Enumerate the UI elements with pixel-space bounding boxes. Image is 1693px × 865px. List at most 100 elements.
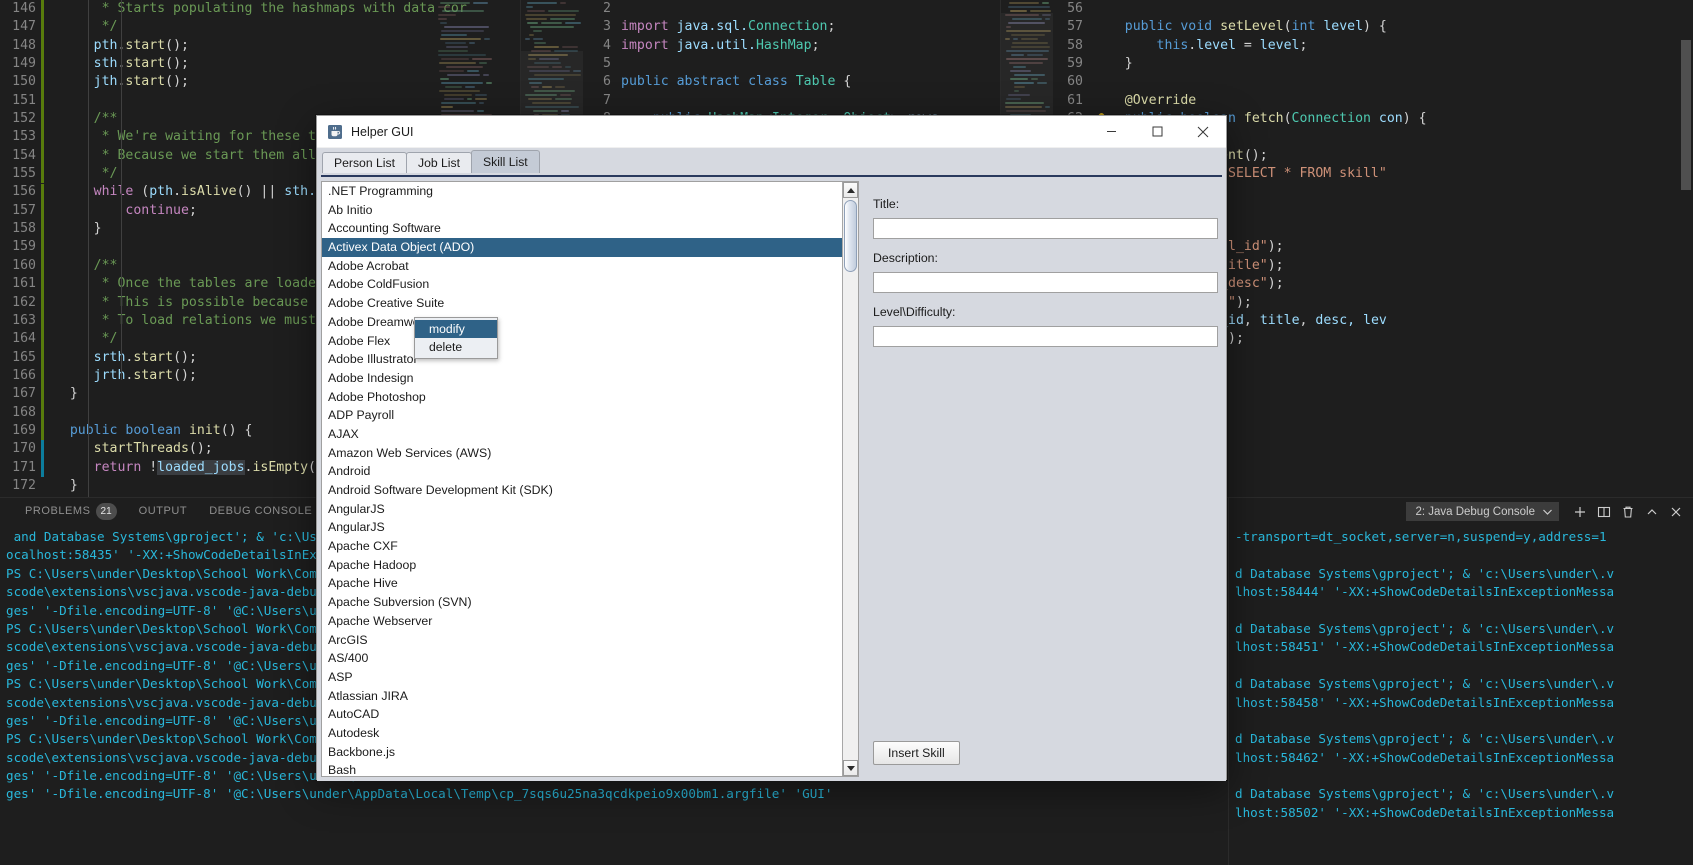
panel-tab-output[interactable]: OUTPUT [128,498,199,525]
line-number: 171 [12,459,36,475]
skill-list-item[interactable]: Apache CXF [322,537,842,556]
terminal-select[interactable]: 2: Java Debug Console [1406,502,1559,521]
line-number: 168 [12,404,36,420]
minimap-line [441,58,469,60]
dialog-tab-strip[interactable]: Person List Job List Skill List [317,148,1226,173]
close-button[interactable] [1180,116,1226,148]
skill-list-item[interactable]: Adobe Acrobat [322,257,842,276]
context-menu-item-modify[interactable]: modify [415,320,497,338]
split-editor-icon[interactable] [1593,501,1615,523]
plus-icon[interactable] [1569,501,1591,523]
form-field-level: Level\Difficulty: [873,305,1222,347]
scroll-down-button[interactable] [843,760,858,776]
terminal-output-right[interactable]: -transport=dt_socket,server=n,suspend=y,… [1229,525,1693,865]
skill-list-item[interactable]: Apache Subversion (SVN) [322,593,842,612]
level-difficulty-input[interactable] [873,326,1218,347]
description-input[interactable] [873,272,1218,293]
dialog-tab-person-list[interactable]: Person List [322,152,407,173]
skill-list-item[interactable]: ASP [322,668,842,687]
terminal-select-label: 2: Java Debug Console [1415,505,1535,518]
skill-list-item[interactable]: ArcGIS [322,631,842,650]
added-line-indicator [41,311,44,331]
panel-tab-problems[interactable]: PROBLEMS 21 [14,498,128,525]
helper-gui-dialog[interactable]: Helper GUI Person List Job List Skill List [316,115,1227,781]
code-line: 6 public abstract class Table { [583,73,947,91]
skill-list-item[interactable]: AutoCAD [322,705,842,724]
window-buttons[interactable] [1088,116,1226,148]
line-number: 148 [12,37,36,53]
minimap-line [527,2,557,4]
skill-list-item[interactable]: Adobe Flex [322,332,842,351]
skill-list-item[interactable]: Activex Data Object (ADO) [322,238,842,257]
code-line: 56 [1053,0,1427,18]
minimap-line [541,22,562,24]
scroll-up-button[interactable] [843,182,858,198]
skill-list-item[interactable]: Adobe ColdFusion [322,275,842,294]
skill-list-item[interactable]: Ab Initio [322,201,842,220]
title-input[interactable] [873,218,1218,239]
minimap-line [562,46,578,48]
added-line-indicator [41,110,44,129]
added-line-indicator [41,220,44,239]
maximize-button[interactable] [1134,116,1180,148]
close-icon[interactable] [1665,501,1687,523]
code-line: 61 @Override [1053,92,1427,110]
chevron-up-icon[interactable] [1641,501,1663,523]
minimap-line [1010,10,1027,12]
minimap-line [479,62,487,64]
skill-list-pane[interactable]: .NET Programming Ab Initio Accounting Soft… [321,181,859,777]
code-text: */ [46,166,118,182]
skill-list[interactable]: .NET Programming Ab Initio Accounting Soft… [322,182,842,776]
skill-list-item[interactable]: Android Software Development Kit (SDK) [322,481,842,500]
minimize-button[interactable] [1088,116,1134,148]
skill-list-item[interactable]: AJAX [322,425,842,444]
line-number: 4 [603,37,611,53]
dialog-tab-job-list[interactable]: Job List [405,152,472,173]
code-text: this.level = level; [1156,37,1308,53]
skill-list-item[interactable]: Accounting Software [322,219,842,238]
code-text: sth.start(); [93,56,189,72]
skill-list-item[interactable]: Apache Webserver [322,612,842,631]
terminal-line: ges' '-Dfile.encoding=UTF-8' '@C:\Users\… [6,786,833,802]
skill-list-item[interactable]: Android [322,462,842,481]
skill-list-item[interactable]: Amazon Web Services (AWS) [322,444,842,463]
skill-list-item[interactable]: AngularJS [322,500,842,519]
skill-list-item[interactable]: Adobe Creative Suite [322,294,842,313]
panel-tab-debug-console[interactable]: DEBUG CONSOLE [198,498,323,525]
skill-list-item[interactable]: Adobe Dreamweaver [322,313,842,332]
skill-list-item[interactable]: Autodesk [322,724,842,743]
insert-skill-button[interactable]: Insert Skill [873,741,960,765]
skill-list-item[interactable]: Adobe Photoshop [322,388,842,407]
skill-list-item[interactable]: Atlassian JIRA [322,687,842,706]
terminal-toolbar[interactable]: 2: Java Debug Console [1229,498,1693,525]
code-text: * Because we start them all [46,147,316,163]
scrollbar-thumb[interactable] [844,200,857,272]
skill-list-item[interactable]: Adobe Illustrator [322,350,842,369]
context-menu[interactable]: modify delete [414,317,498,359]
editor-scrollbar-3[interactable] [1679,0,1693,497]
dialog-title-text: Helper GUI [351,124,414,139]
context-menu-item-delete[interactable]: delete [415,338,497,356]
dialog-tab-skill-list[interactable]: Skill List [470,150,540,173]
minimap-line [444,94,472,96]
skill-list-item[interactable]: Apache Hive [322,574,842,593]
skill-list-item[interactable]: .NET Programming [322,182,842,201]
skill-list-item[interactable]: AS/400 [322,649,842,668]
code-text: /** [46,257,118,273]
skill-list-item[interactable]: Apache Hadoop [322,556,842,575]
code-text: } [46,386,78,402]
code-lines-pane-2[interactable]: 2 3 import java.sql.Connection; 4 import jav… [583,0,947,128]
skill-list-item[interactable]: Bash [322,761,842,776]
minimap-line [526,18,547,20]
dialog-titlebar[interactable]: Helper GUI [317,116,1226,148]
code-text: public void setLevel(int level) { [1124,19,1387,35]
skill-list-item[interactable]: Backbone.js [322,743,842,762]
trash-icon[interactable] [1617,501,1639,523]
skill-list-scrollbar[interactable] [842,182,858,776]
skill-list-item[interactable]: ADP Payroll [322,406,842,425]
minimap-line [1042,2,1049,4]
skill-list-item[interactable]: Adobe Indesign [322,369,842,388]
skill-list-item[interactable]: AngularJS [322,518,842,537]
minimap-line [440,22,447,24]
